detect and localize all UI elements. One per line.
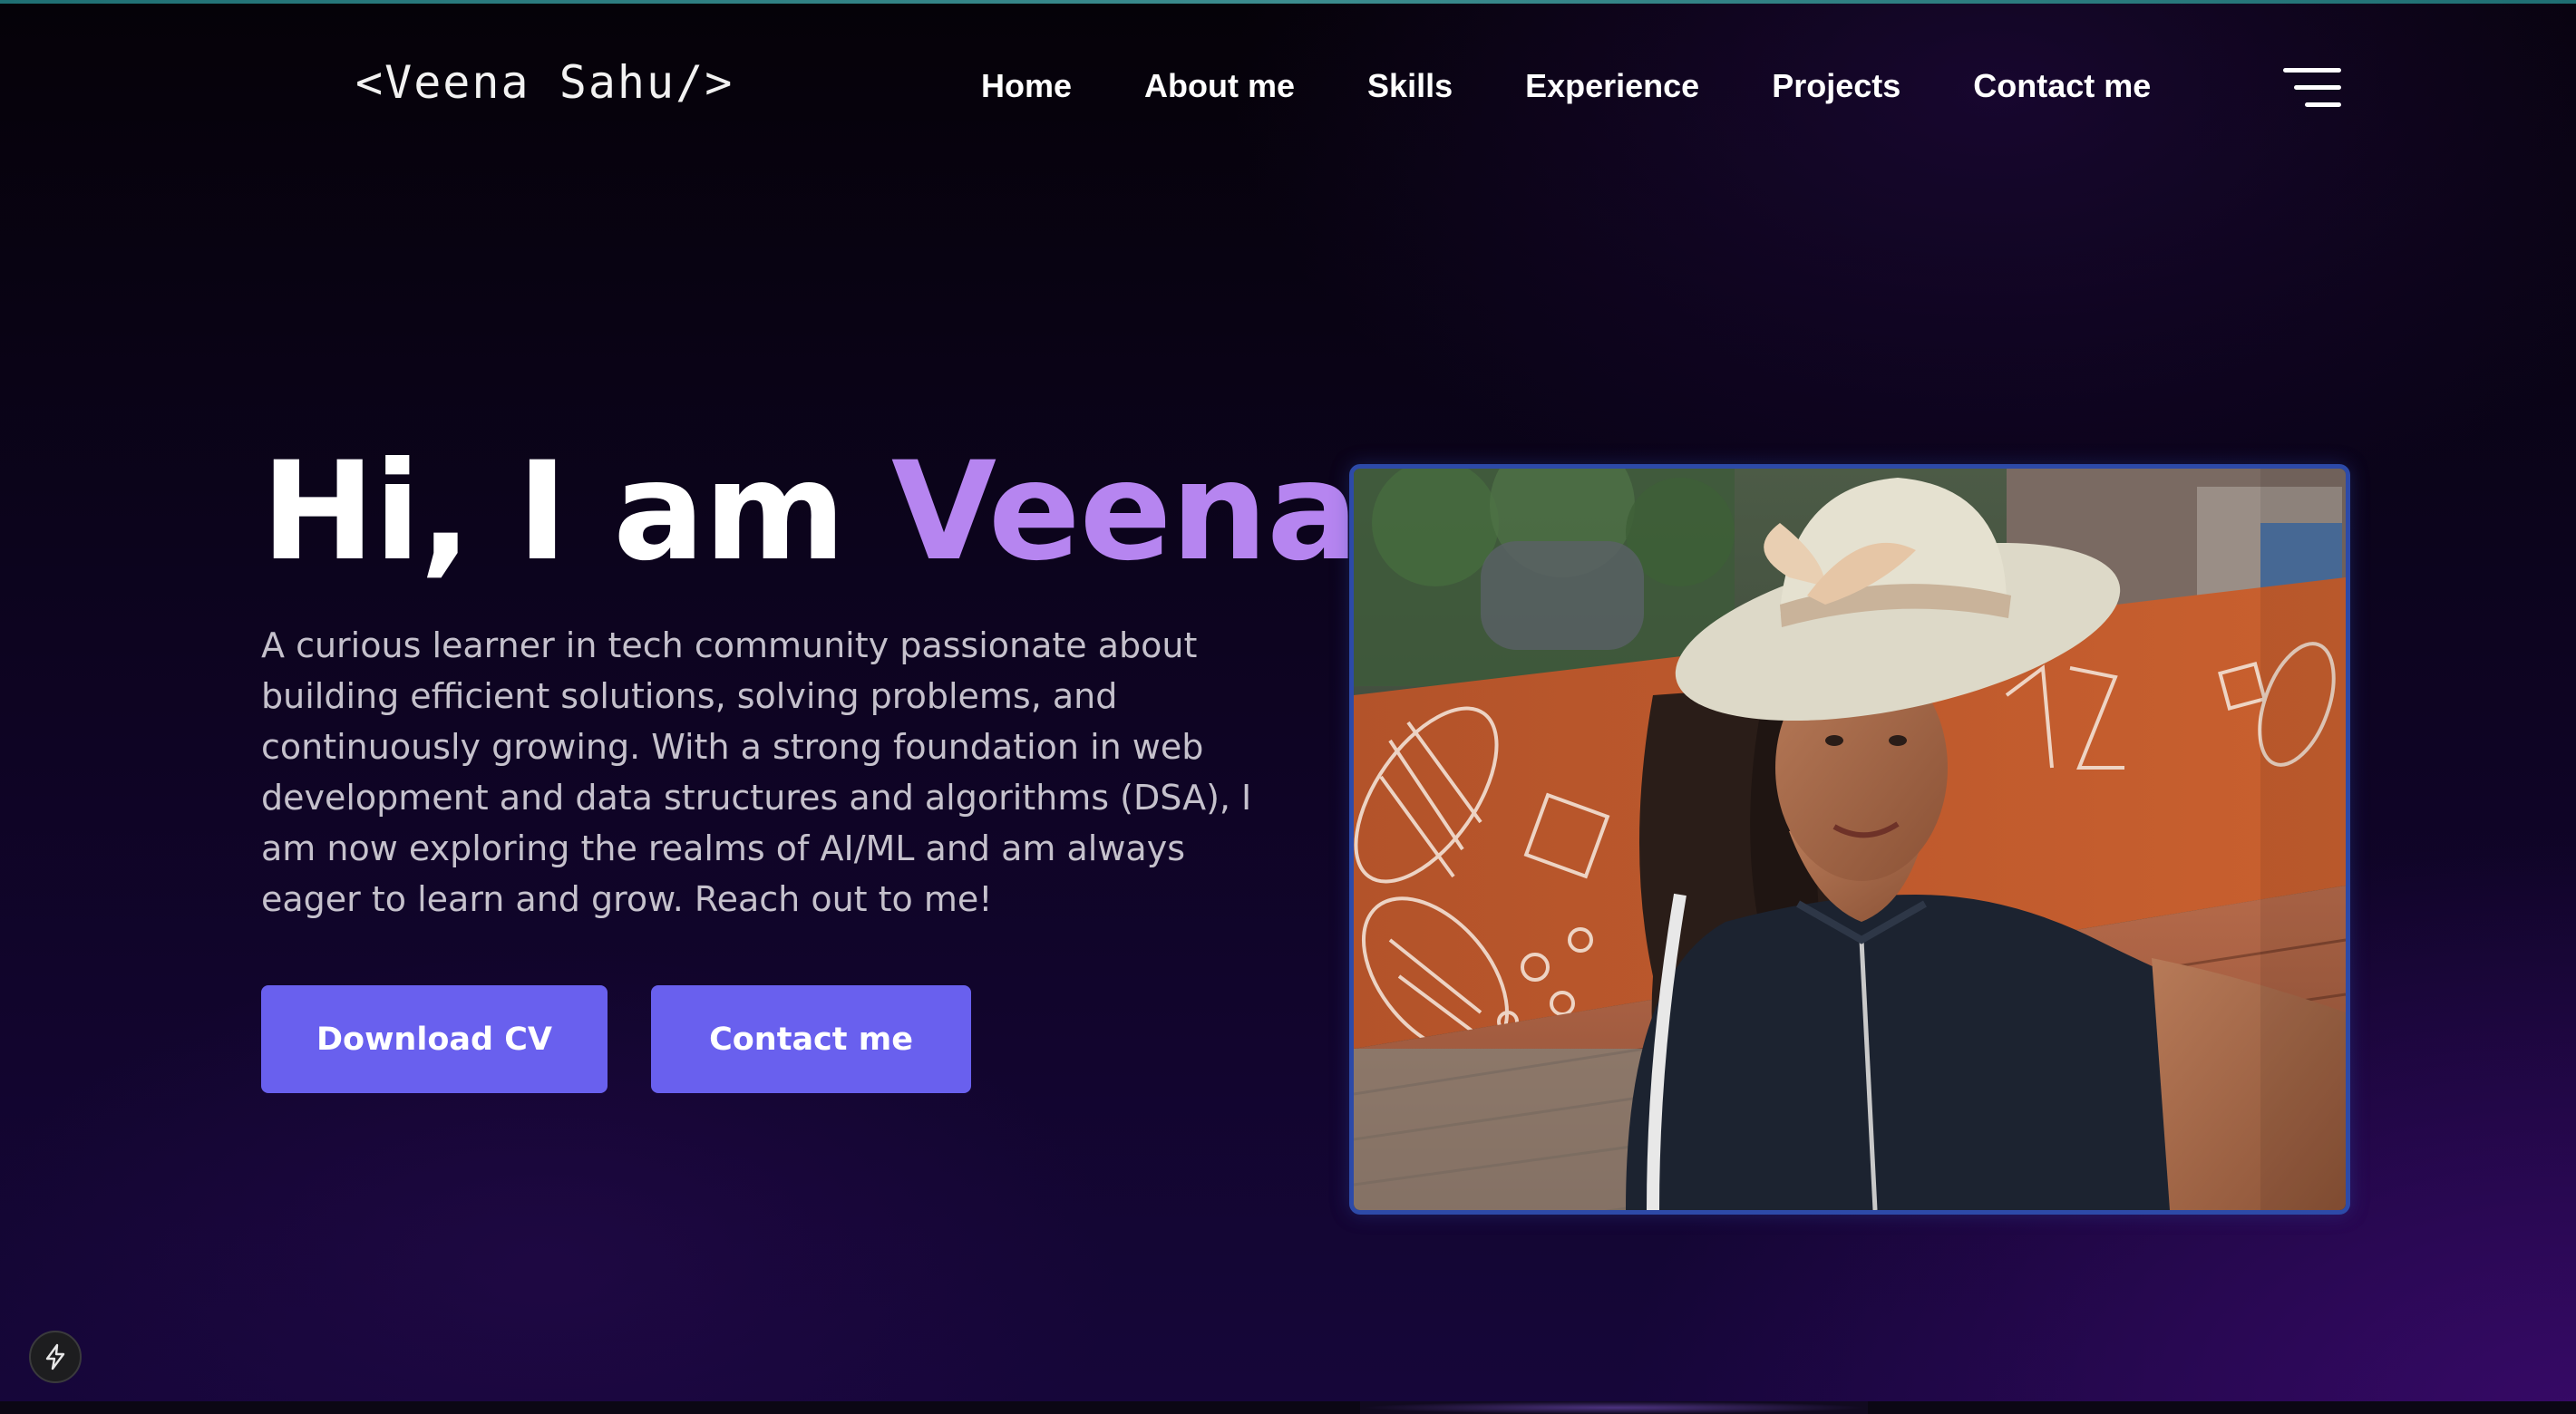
nav-skills[interactable]: Skills [1367,67,1453,105]
bottom-glow [1360,1401,1868,1414]
hero-title: Hi, I am Veena [261,444,1358,580]
lightning-bolt-icon[interactable] [29,1331,82,1383]
nav-about-me[interactable]: About me [1144,67,1295,105]
hero-title-prefix: Hi, I am [261,433,846,591]
nav-contact-me[interactable]: Contact me [1973,67,2151,105]
hero-description: A curious learner in tech community pass… [261,625,1252,919]
download-cv-button[interactable]: Download CV [261,985,608,1093]
site-logo[interactable]: <Veena Sahu/> [355,56,734,109]
main-nav: Home About me Skills Experience Projects… [981,67,2151,105]
top-border [0,0,2576,4]
profile-photo [1349,464,2350,1215]
contact-me-button[interactable]: Contact me [651,985,971,1093]
hamburger-menu-icon[interactable] [2283,65,2343,111]
nav-home[interactable]: Home [981,67,1072,105]
nav-projects[interactable]: Projects [1772,67,1900,105]
nav-experience[interactable]: Experience [1525,67,1699,105]
hero-title-name: Veena [890,433,1358,591]
bottom-strip [0,1401,2576,1414]
page: <Veena Sahu/> Home About me Skills Exper… [0,0,2576,1414]
